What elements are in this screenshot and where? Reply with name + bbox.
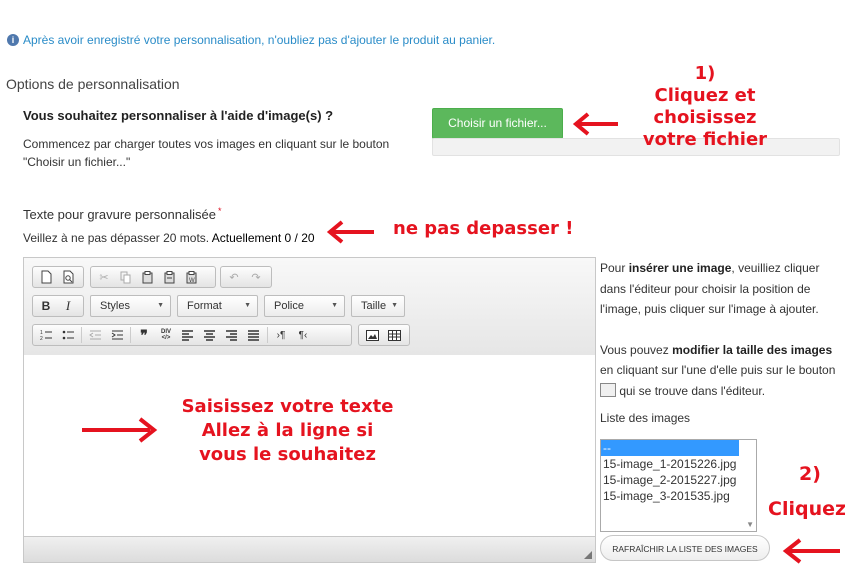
help-strong-text: insérer une image [628, 261, 732, 275]
scroll-down-icon[interactable]: ▼ [746, 520, 754, 529]
format-select[interactable]: Format ▼ [177, 295, 258, 317]
image-help-text: Commencez par charger toutes vos images … [23, 137, 390, 169]
blockquote-icon[interactable]: ❞ [133, 325, 155, 345]
paste-icon[interactable] [137, 267, 159, 287]
bold-icon[interactable]: B [35, 296, 57, 316]
text-direction-rtl-icon[interactable]: ¶‹ [292, 325, 314, 345]
indent-icon[interactable] [106, 325, 128, 345]
image-list-option[interactable]: 15-image_2-2015227.jpg [601, 472, 756, 488]
cut-icon[interactable]: ✂ [93, 267, 115, 287]
paste-text-icon[interactable] [159, 267, 181, 287]
paragraph-group: 12 ❞ DIV </> ›¶ ¶‹ [32, 324, 352, 346]
help-text: en cliquant sur l'une d'elle puis sur le… [600, 363, 836, 377]
undo-icon[interactable]: ↶ [223, 267, 245, 287]
document-group [32, 266, 84, 288]
paste-word-icon[interactable]: W [181, 267, 203, 287]
redo-icon[interactable]: ↷ [245, 267, 267, 287]
word-count-value: 0 / 20 [284, 231, 315, 245]
font-select[interactable]: Police ▼ [264, 295, 345, 317]
arrow-left-icon [572, 112, 618, 136]
image-icon[interactable] [361, 325, 383, 345]
annotation-step1-line2: votre fichier [642, 129, 768, 150]
required-mark: * [217, 206, 222, 216]
annotation-step2-text: Cliquez [768, 498, 845, 520]
image-list-option[interactable]: -- [601, 440, 739, 456]
arrow-left-icon [326, 220, 374, 244]
annotation-type-line1: Saisissez votre texte [181, 396, 394, 417]
engraving-title-text: Texte pour gravure personnalisée [23, 207, 216, 222]
font-select-label: Police [274, 300, 304, 312]
word-limit-text: Veillez à ne pas dépasser 20 mots. [23, 231, 210, 245]
chevron-down-icon: ▼ [244, 302, 251, 309]
numbered-list-icon[interactable]: 12 [35, 325, 57, 345]
word-limit-line: Veillez à ne pas dépasser 20 mots. Actue… [23, 231, 315, 245]
resize-grip-icon[interactable] [584, 551, 592, 559]
new-page-icon[interactable] [35, 267, 57, 287]
styles-select[interactable]: Styles ▼ [90, 295, 171, 317]
preview-icon[interactable] [57, 267, 79, 287]
refresh-images-button[interactable]: RAFRAÎCHIR LA LISTE DES IMAGES [600, 535, 770, 561]
align-center-icon[interactable] [199, 325, 221, 345]
info-icon: i [7, 34, 19, 46]
basic-style-group: B I [32, 295, 84, 317]
text-direction-ltr-icon[interactable]: ›¶ [270, 325, 292, 345]
annotation-step1: 1) Cliquez et choisissez votre fichier [600, 63, 810, 151]
editor-toolbar: ✂ W ↶ ↷ B I Styles ▼ Format ▼ Police ▼ Tai [24, 258, 595, 356]
engraving-title: Texte pour gravure personnalisée * [23, 206, 221, 222]
annotation-step1-number: 1) [694, 63, 716, 84]
image-list-option[interactable]: 15-image_3-201535.jpg [601, 488, 756, 504]
toolbar-separator [81, 327, 82, 343]
annotation-step1-line1: Cliquez et choisissez [653, 85, 757, 128]
image-help-panel: Pour insérer une image, veuilliez clique… [600, 258, 842, 401]
image-list-option[interactable]: 15-image_1-2015226.jpg [601, 456, 756, 472]
div-container-icon[interactable]: DIV </> [155, 325, 177, 345]
align-left-icon[interactable] [177, 325, 199, 345]
align-right-icon[interactable] [221, 325, 243, 345]
notice-text: Après avoir enregistré votre personnalis… [23, 33, 496, 47]
outdent-icon[interactable] [84, 325, 106, 345]
arrow-left-icon [782, 538, 840, 564]
align-justify-icon[interactable] [243, 325, 265, 345]
chevron-down-icon: ▼ [331, 302, 338, 309]
insert-image-help: Pour insérer une image, veuilliez clique… [600, 258, 842, 320]
annotation-type-text: Saisissez votre texte Allez à la ligne s… [175, 395, 400, 467]
editor-statusbar [24, 536, 595, 562]
help-text: Vous pouvez [600, 342, 673, 357]
image-button-icon [600, 382, 616, 397]
help-text: qui se trouve dans l'éditeur. [616, 383, 766, 398]
toolbar-separator [130, 327, 131, 343]
size-select[interactable]: Taille ▼ [351, 295, 405, 317]
clipboard-group: ✂ W [90, 266, 216, 288]
resize-image-help: Vous pouvez modifier la taille des image… [600, 340, 842, 402]
toolbar-separator [267, 327, 268, 343]
arrow-right-icon [82, 417, 158, 443]
italic-icon[interactable]: I [57, 296, 79, 316]
options-title: Options de personnalisation [6, 76, 180, 92]
word-count-label: Actuellement [211, 231, 282, 245]
chevron-down-icon: ▼ [391, 302, 398, 309]
annotation-no-exceed: ne pas depasser ! [393, 218, 574, 239]
help-text: Pour [600, 261, 629, 275]
size-select-label: Taille [361, 300, 387, 312]
bulleted-list-icon[interactable] [57, 325, 79, 345]
insert-group [358, 324, 410, 346]
svg-text:2: 2 [40, 336, 43, 341]
annotation-type-line3: vous le souhaitez [199, 444, 376, 465]
choose-file-button[interactable]: Choisir un fichier... [432, 108, 563, 139]
help-strong-text: modifier la taille des images [672, 342, 833, 357]
styles-select-label: Styles [100, 300, 130, 312]
table-icon[interactable] [383, 325, 405, 345]
history-group: ↶ ↷ [220, 266, 272, 288]
annotation-step2-number: 2) [799, 463, 821, 485]
format-select-label: Format [187, 300, 222, 312]
image-list-label: Liste des images [600, 411, 691, 425]
chevron-down-icon: ▼ [157, 302, 164, 309]
annotation-type-line2: Allez à la ligne si [201, 420, 374, 441]
copy-icon[interactable] [115, 267, 137, 287]
image-question: Vous souhaitez personnaliser à l'aide d'… [23, 108, 334, 123]
image-list-select[interactable]: -- 15-image_1-2015226.jpg 15-image_2-201… [600, 439, 757, 532]
info-notice: i Après avoir enregistré votre personnali… [7, 33, 495, 47]
svg-text:W: W [189, 278, 195, 284]
